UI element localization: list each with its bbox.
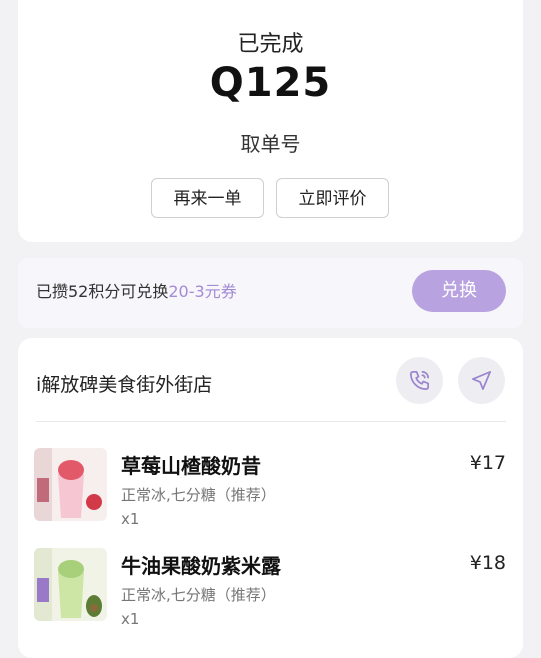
exchange-button[interactable]: 兑换 [412, 270, 506, 312]
store-name: i解放碑美食街外街店 [36, 374, 213, 396]
order-item: 草莓山楂酸奶昔 正常冰,七分糖（推荐） x1 ¥17 [18, 446, 523, 536]
navigation-arrow-icon [472, 371, 491, 390]
navigate-button[interactable] [458, 357, 505, 404]
item-name: 草莓山楂酸奶昔 [121, 454, 261, 478]
points-text: 已攒52积分可兑换 [36, 282, 169, 301]
order-status: 已完成 [237, 32, 304, 57]
item-name: 牛油果酸奶紫米露 [121, 554, 281, 578]
order-status-card: 已完成 Q125 取单号 再来一单 立即评价 [18, 0, 523, 242]
item-price: ¥17 [469, 452, 506, 474]
store-order-card: i解放碑美食街外街店 草莓山楂酸奶昔 正常冰,七分糖（推荐） x1 ¥17 牛油… [18, 338, 523, 658]
rate-now-button[interactable]: 立即评价 [276, 178, 389, 218]
item-quantity: x1 [121, 510, 140, 528]
divider [36, 421, 506, 422]
item-price: ¥18 [469, 552, 506, 574]
points-exchange-bar: 已攒52积分可兑换20-3元券 兑换 [18, 258, 523, 328]
item-quantity: x1 [121, 610, 140, 628]
coupon-text: 20-3元券 [168, 282, 237, 301]
reorder-button[interactable]: 再来一单 [151, 178, 264, 218]
points-info: 已攒52积分可兑换20-3元券 [36, 278, 237, 302]
call-store-button[interactable] [396, 357, 443, 404]
item-spec: 正常冰,七分糖（推荐） [121, 586, 276, 604]
product-image [34, 448, 107, 521]
item-spec: 正常冰,七分糖（推荐） [121, 486, 276, 504]
product-image [34, 548, 107, 621]
order-item: 牛油果酸奶紫米露 正常冰,七分糖（推荐） x1 ¥18 [18, 546, 523, 636]
phone-icon [410, 371, 429, 390]
pickup-number: Q125 [209, 60, 332, 106]
pickup-number-label: 取单号 [240, 132, 301, 156]
